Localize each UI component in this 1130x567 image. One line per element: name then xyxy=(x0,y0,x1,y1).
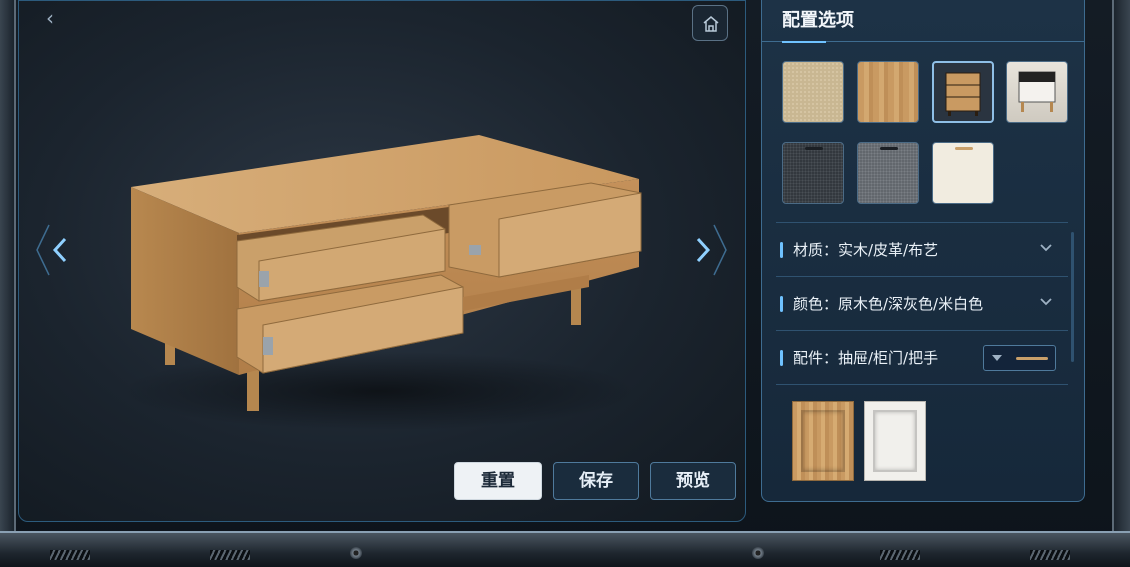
config-panel: 配置选项 材质：实木/皮革/布艺 颜色：原木色/深灰色/米白色 配件：抽屉/柜门… xyxy=(761,0,1085,502)
caret-down-icon xyxy=(992,355,1002,361)
home-icon xyxy=(703,16,719,32)
bolt-icon xyxy=(350,547,362,559)
handle-mark xyxy=(955,147,973,150)
door-inset xyxy=(873,410,917,472)
vent-grille xyxy=(210,550,250,560)
medium-gray-swatch[interactable] xyxy=(857,142,919,204)
frame-edge-left xyxy=(0,0,16,545)
preview-button[interactable]: 预览 xyxy=(650,462,736,500)
home-button[interactable] xyxy=(692,5,728,41)
product-viewport[interactable]: ‹ 重置 保存 预览 xyxy=(18,0,746,522)
row-accent-bar xyxy=(780,350,783,366)
wood-cabinet-swatch[interactable] xyxy=(857,61,919,123)
material-option-row[interactable]: 材质：实木/皮革/布艺 xyxy=(776,222,1068,276)
row-divider xyxy=(776,384,1068,385)
chevron-right-icon xyxy=(696,224,727,276)
white-cabinet-swatch[interactable] xyxy=(1006,61,1068,123)
dark-cabinet-swatch[interactable] xyxy=(932,61,994,123)
handle-mark xyxy=(880,147,898,150)
vent-grille xyxy=(880,550,920,560)
panel-title: 配置选项 xyxy=(782,10,854,31)
chevron-down-icon[interactable] xyxy=(1036,237,1056,257)
handle-mark xyxy=(805,147,823,150)
row-accent-bar xyxy=(780,296,783,312)
bolt-icon xyxy=(752,547,764,559)
bottom-frame-bar xyxy=(0,531,1130,567)
title-accent xyxy=(782,41,826,43)
wood-door-panel-option[interactable] xyxy=(792,401,854,481)
drawer-cabinet-icon xyxy=(945,72,981,116)
material-label: 材质：实木/皮革/布艺 xyxy=(793,241,939,259)
vent-grille xyxy=(1030,550,1070,560)
off-white-swatch[interactable] xyxy=(932,142,994,204)
save-button[interactable]: 保存 xyxy=(553,462,639,500)
handle-select-dropdown[interactable] xyxy=(983,345,1056,371)
scrollbar[interactable] xyxy=(1071,232,1074,362)
row-accent-bar xyxy=(780,242,783,258)
chevron-down-icon[interactable] xyxy=(1036,291,1056,311)
previous-arrow-button[interactable] xyxy=(35,223,79,277)
frame-edge-right xyxy=(1112,0,1130,545)
accessory-label: 配件：抽屉/柜门/把手 xyxy=(793,349,939,367)
wooden-cabinet-model[interactable] xyxy=(119,121,679,431)
white-door-panel-option[interactable] xyxy=(864,401,926,481)
dark-gray-swatch[interactable] xyxy=(782,142,844,204)
chevron-left-icon xyxy=(36,224,67,276)
fabric-beige-swatch[interactable] xyxy=(782,61,844,123)
next-arrow-button[interactable] xyxy=(684,223,728,277)
reset-button[interactable]: 重置 xyxy=(454,462,542,500)
accessory-option-row[interactable]: 配件：抽屉/柜门/把手 xyxy=(776,330,1068,384)
door-inset xyxy=(801,410,845,472)
color-label: 颜色：原木色/深灰色/米白色 xyxy=(793,295,984,313)
color-option-row[interactable]: 颜色：原木色/深灰色/米白色 xyxy=(776,276,1068,330)
handle-bar-icon xyxy=(1016,357,1048,360)
back-icon[interactable]: ‹ xyxy=(39,7,61,29)
white-cabinet-icon xyxy=(1018,71,1056,112)
vent-grille xyxy=(50,550,90,560)
